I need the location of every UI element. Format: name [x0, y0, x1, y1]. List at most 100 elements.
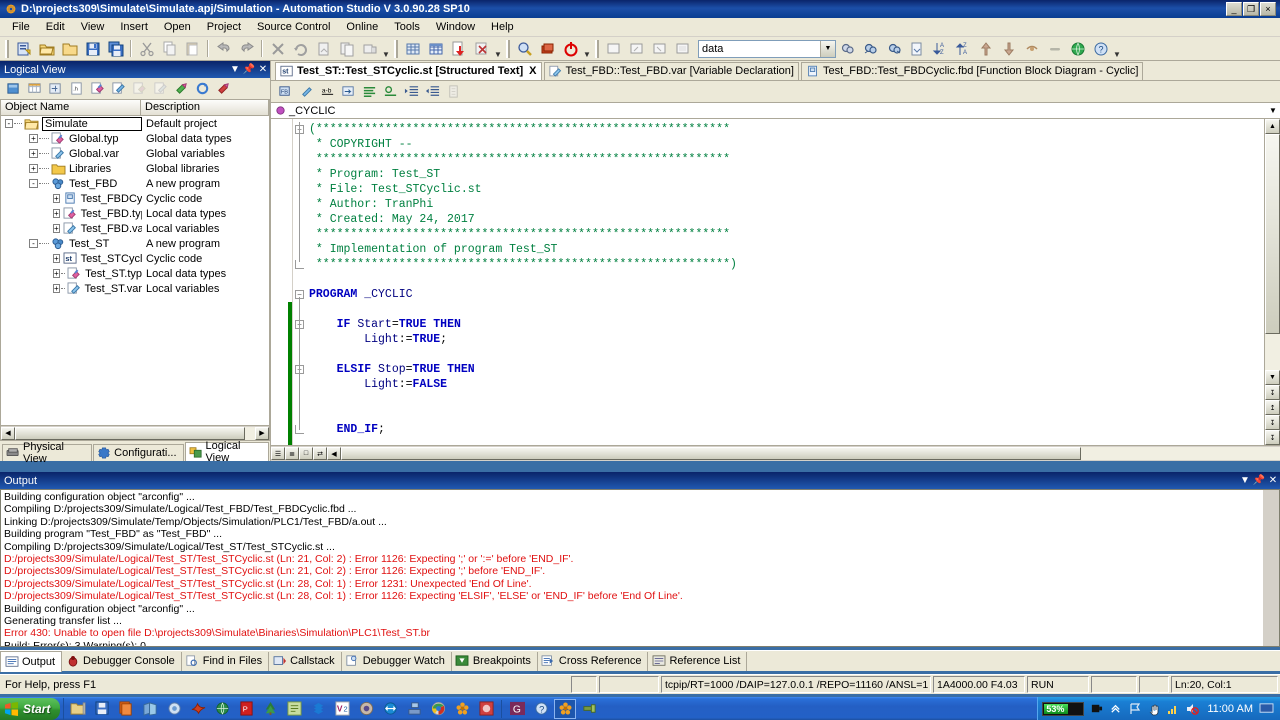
chevron-down-icon[interactable]: ▼: [1266, 106, 1280, 115]
toolbar-overflow-button[interactable]: ▼: [582, 39, 592, 59]
close-button[interactable]: ×: [1260, 2, 1276, 16]
open-folder-icon[interactable]: [36, 38, 57, 59]
find-next-icon[interactable]: [860, 38, 881, 59]
bookmark-icon[interactable]: [906, 38, 927, 59]
watch-icon[interactable]: [1021, 38, 1042, 59]
tree-row[interactable]: - Test_FBD A new program: [1, 176, 269, 191]
connect-grid-icon[interactable]: [402, 38, 423, 59]
hand-icon[interactable]: [1145, 700, 1162, 717]
copy-icon[interactable]: [159, 38, 180, 59]
visualstudio-icon[interactable]: V2: [331, 699, 353, 719]
editor-tab[interactable]: Test_FBD::Test_FBDCyclic.fbd [Function B…: [800, 61, 1144, 80]
open-file-icon[interactable]: [59, 38, 80, 59]
taskbar-help-icon[interactable]: ?: [530, 699, 552, 719]
copy-icon[interactable]: [115, 699, 137, 719]
tree-row[interactable]: + Global.typ Global data types: [1, 131, 269, 146]
collapse-toggle-icon[interactable]: -: [29, 239, 38, 248]
properties-icon[interactable]: [444, 82, 463, 101]
tree-row[interactable]: + Global.var Global variables: [1, 146, 269, 161]
bottom-tab-reference-list[interactable]: Reference List: [648, 651, 748, 671]
transfer-icon[interactable]: [359, 38, 380, 59]
volume-muted-icon[interactable]: [1183, 700, 1200, 717]
tree-row[interactable]: + st Test_STCyclic.st Cyclic code: [1, 251, 269, 266]
monitor-icon[interactable]: [1258, 700, 1275, 717]
tree-row[interactable]: + Test_FBD.typ Local data types: [1, 206, 269, 221]
add-prog-icon[interactable]: [172, 79, 191, 98]
taskbar-tool-icon[interactable]: [578, 699, 600, 719]
expand-toggle-icon[interactable]: +: [29, 134, 38, 143]
minimize-button[interactable]: _: [1226, 2, 1242, 16]
down-arrow-icon[interactable]: [998, 38, 1019, 59]
editor-vscrollbar[interactable]: ▲ ▼ ↧ ↥ ↧ ↧: [1264, 119, 1280, 445]
insert-icon[interactable]: [46, 79, 65, 98]
goto-next-button[interactable]: ↧: [1265, 415, 1280, 430]
editor-fold-column[interactable]: −−−−: [293, 119, 307, 445]
data-type-icon[interactable]: [88, 79, 107, 98]
output-error-line[interactable]: D:/projects309/Simulate/Logical/Test_ST/…: [4, 565, 1279, 577]
show-hidden-icon[interactable]: [1107, 700, 1124, 717]
tree-icon[interactable]: [259, 699, 281, 719]
toolbar-grip[interactable]: [506, 39, 510, 58]
build-icon[interactable]: [313, 38, 334, 59]
hscroll-track[interactable]: [15, 426, 255, 440]
media-icon[interactable]: [355, 699, 377, 719]
menu-item-help[interactable]: Help: [483, 19, 522, 35]
column-header-description[interactable]: Description: [141, 100, 269, 115]
output-line[interactable]: Compiling D:/projects309/Simulate/Logica…: [4, 503, 1279, 515]
toolbar-grip[interactable]: [5, 39, 9, 58]
output-line[interactable]: Building program "Test_FBD" as "Test_FBD…: [4, 528, 1279, 540]
pdf-icon[interactable]: P: [235, 699, 257, 719]
editor-view-mode-button[interactable]: ☰: [271, 447, 285, 460]
tree-row[interactable]: + Test_ST.var Local variables: [1, 281, 269, 296]
up-arrow-icon[interactable]: [975, 38, 996, 59]
variable-dis-icon[interactable]: [151, 79, 170, 98]
window4-icon[interactable]: [672, 38, 693, 59]
editor-fold-button[interactable]: □: [299, 447, 313, 460]
expand-toggle-icon[interactable]: +: [53, 224, 60, 233]
scope-bar[interactable]: _CYCLIC ▼: [271, 103, 1280, 119]
comment-block-icon[interactable]: [360, 82, 379, 101]
sort-az-icon[interactable]: AZ: [929, 38, 950, 59]
code-editor[interactable]: −−−− (**********************************…: [271, 119, 1280, 445]
flower-icon[interactable]: [451, 699, 473, 719]
globe-icon[interactable]: [211, 699, 233, 719]
save-icon[interactable]: [82, 38, 103, 59]
chevron-down-icon[interactable]: ▼: [1238, 475, 1252, 486]
download-icon[interactable]: [448, 38, 469, 59]
new-project-icon[interactable]: [13, 38, 34, 59]
save-icon[interactable]: [91, 699, 113, 719]
bottom-tab-callstack[interactable]: Callstack: [269, 651, 342, 671]
output-line[interactable]: Generating transfer list ...: [4, 615, 1279, 627]
tree-row[interactable]: + Libraries Global libraries: [1, 161, 269, 176]
output-line[interactable]: Linking D:/projects309/Simulate/Temp/Obj…: [4, 516, 1279, 528]
output-line[interactable]: Building configuration object "arconfig"…: [4, 491, 1279, 503]
menu-item-view[interactable]: View: [73, 19, 113, 35]
start-button[interactable]: Start: [0, 697, 61, 720]
menu-item-edit[interactable]: Edit: [38, 19, 73, 35]
chevron-down-icon[interactable]: ▼: [820, 40, 835, 57]
output-line[interactable]: Build: Error(s): 3 Warning(s): 0: [4, 640, 1279, 646]
window1-icon[interactable]: [603, 38, 624, 59]
output-line[interactable]: Building configuration object "arconfig"…: [4, 603, 1279, 615]
app-icon[interactable]: [475, 699, 497, 719]
delete-icon[interactable]: [267, 38, 288, 59]
simulation-icon[interactable]: [537, 38, 558, 59]
monitor-icon[interactable]: [514, 38, 535, 59]
output-error-line[interactable]: Error 430: Unable to open file D:\projec…: [4, 627, 1279, 639]
remove-icon[interactable]: [471, 38, 492, 59]
data-type-dis-icon[interactable]: [130, 79, 149, 98]
sync-icon[interactable]: [379, 699, 401, 719]
remove-obj-icon[interactable]: [214, 79, 233, 98]
build-all-icon[interactable]: [336, 38, 357, 59]
tree-hscrollbar[interactable]: ◀ ▶: [1, 425, 269, 440]
rebuild-icon[interactable]: [290, 38, 311, 59]
circle-icon[interactable]: [163, 699, 185, 719]
code-text[interactable]: (***************************************…: [307, 119, 1264, 445]
editor-hscroll-track[interactable]: [341, 447, 1280, 460]
expand-toggle-icon[interactable]: +: [29, 149, 38, 158]
save-all-icon[interactable]: [105, 38, 126, 59]
ab-icon[interactable]: a-b: [318, 82, 337, 101]
search-combo[interactable]: data ▼: [698, 39, 836, 58]
matlab-icon[interactable]: [187, 699, 209, 719]
output-error-line[interactable]: D:/projects309/Simulate/Logical/Test_ST/…: [4, 578, 1279, 590]
